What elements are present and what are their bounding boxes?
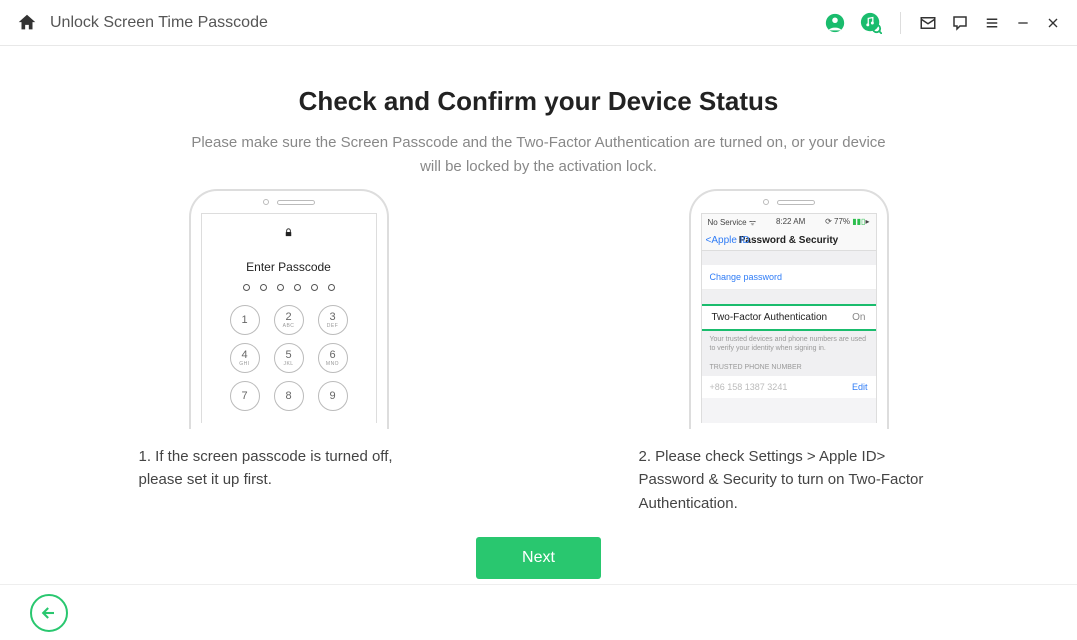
minimize-icon[interactable] — [1015, 15, 1031, 31]
menu-icon[interactable] — [983, 14, 1001, 32]
headline: Check and Confirm your Device Status — [60, 86, 1017, 117]
lock-icon — [202, 226, 376, 242]
page-title: Unlock Screen Time Passcode — [50, 14, 268, 32]
close-icon[interactable] — [1045, 15, 1061, 31]
enter-passcode-label: Enter Passcode — [202, 260, 376, 274]
back-button[interactable] — [30, 594, 68, 632]
nav-back: <Apple ID — [706, 235, 750, 246]
left-caption: 1. If the screen passcode is turned off,… — [139, 445, 439, 492]
titlebar-divider — [900, 12, 901, 34]
nav-title: Password & Security — [739, 235, 838, 246]
left-column: Enter Passcode 1 2ABC 3DEF — [139, 189, 439, 515]
right-column: No Service ᯤ 8:22 AM ⟳ 77% ▮▮▯▸ <Apple I… — [639, 189, 939, 515]
subhead: Please make sure the Screen Passcode and… — [189, 131, 889, 179]
next-button[interactable]: Next — [476, 537, 601, 579]
mail-icon[interactable] — [919, 14, 937, 32]
wifi-icon: ᯤ — [749, 218, 756, 227]
phone-illustration-passcode: Enter Passcode 1 2ABC 3DEF — [189, 189, 389, 429]
feedback-icon[interactable] — [951, 14, 969, 32]
account-icon[interactable] — [824, 12, 846, 34]
two-factor-highlight: Two-Factor Authentication On — [701, 304, 877, 331]
music-search-icon[interactable] — [860, 12, 882, 34]
change-password-cell: Change password — [702, 265, 876, 290]
home-icon[interactable] — [16, 12, 38, 34]
keypad: 1 2ABC 3DEF 4GHI 5JKL 6MNO 7 — [202, 305, 376, 411]
phone-illustration-settings: No Service ᯤ 8:22 AM ⟳ 77% ▮▮▯▸ <Apple I… — [689, 189, 889, 429]
right-caption: 2. Please check Settings > Apple ID> Pas… — [639, 445, 939, 515]
